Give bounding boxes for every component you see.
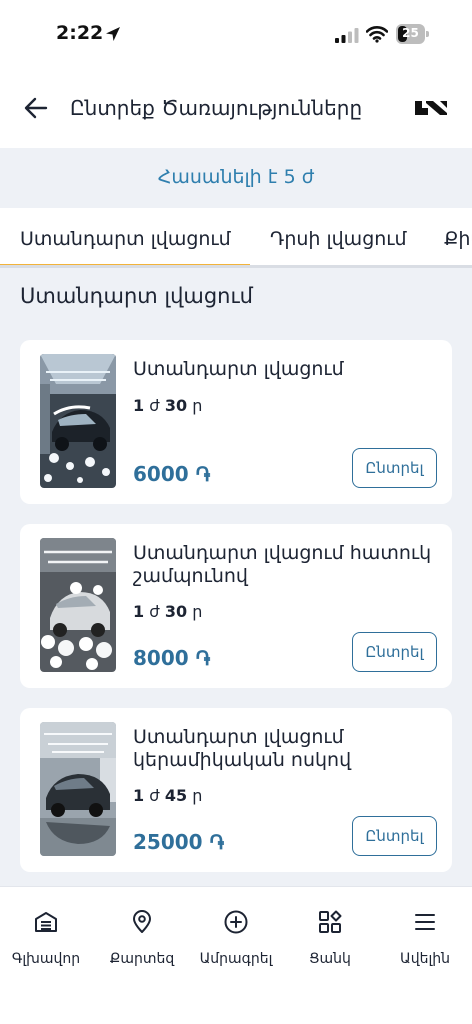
service-price: 25000 ֏	[133, 830, 225, 854]
service-price: 6000 ֏	[133, 462, 211, 486]
nav-item-list[interactable]: Ցանկ	[283, 909, 377, 967]
nav-label: Գլխավոր	[11, 951, 81, 967]
page-title: Ընտրեք Ծառայությունները	[70, 96, 363, 120]
garage-icon	[35, 912, 57, 932]
nav-label: Ամրագրել	[199, 951, 273, 967]
nav-label: Ավելին	[399, 951, 451, 967]
brand-logo-icon	[415, 101, 447, 115]
service-name: Ստանդարտ լվացում	[133, 358, 344, 380]
plus-circle-icon	[224, 910, 248, 934]
status-bar: 2:22 25	[0, 0, 472, 70]
map-pin-icon	[133, 910, 151, 933]
select-service-button[interactable]: Ընտրել	[352, 448, 437, 488]
select-service-button[interactable]: Ընտրել	[352, 816, 437, 856]
service-image	[40, 354, 116, 488]
category-grid-icon	[319, 910, 342, 933]
service-card: Ստանդարտ լվացում հատուկ շամպունով 1 ժ 30…	[20, 524, 452, 688]
service-image	[40, 722, 116, 856]
service-price: 8000 ֏	[133, 646, 211, 670]
service-duration: 1 ժ 45 ր	[133, 786, 203, 805]
availability-text: Հասանելի է 5 ժ	[157, 166, 315, 188]
tab-exterior-wash[interactable]: Դրսի լվացում	[270, 228, 407, 250]
location-arrow-icon	[106, 27, 120, 41]
tab-standard-wash[interactable]: Ստանդարտ լվացում	[20, 228, 231, 250]
back-arrow-icon[interactable]	[22, 94, 50, 122]
active-tab-indicator	[0, 264, 250, 265]
service-name: Ստանդարտ լվացում հատուկ շամպունով	[133, 542, 432, 587]
cellular-signal-icon	[335, 28, 359, 43]
service-name: Ստանդարտ լվացում կերամիկական ոսկով	[133, 726, 352, 771]
nav-label: Քարտեզ	[109, 951, 175, 967]
battery-icon: 25	[396, 24, 429, 44]
service-card: Ստանդարտ լվացում 1 ժ 30 ր 6000 ֏ Ընտրել	[20, 340, 452, 504]
nav-item-book[interactable]: Ամրագրել	[189, 909, 283, 967]
nav-label: Ցանկ	[309, 951, 351, 967]
tab-chemical[interactable]: Քիմ	[444, 228, 472, 250]
bottom-nav: Գլխավոր Քարտեզ Ամրագրել Ցանկ Ավելին	[0, 886, 472, 1024]
select-service-button[interactable]: Ընտրել	[352, 632, 437, 672]
service-duration: 1 ժ 30 ր	[133, 396, 203, 415]
service-duration: 1 ժ 30 ր	[133, 602, 203, 621]
menu-icon	[415, 914, 435, 930]
nav-item-more[interactable]: Ավելին	[378, 909, 472, 967]
status-time: 2:22	[56, 22, 104, 44]
nav-item-map[interactable]: Քարտեզ	[95, 909, 189, 967]
service-card: Ստանդարտ լվացում կերամիկական ոսկով 1 ժ 4…	[20, 708, 452, 872]
service-image	[40, 538, 116, 672]
battery-percent: 25	[402, 26, 419, 40]
wifi-icon	[366, 26, 388, 43]
nav-item-home[interactable]: Գլխավոր	[0, 909, 93, 967]
section-title: Ստանդարտ լվացում	[20, 284, 253, 308]
page-header: Ընտրեք Ծառայությունները	[0, 70, 472, 148]
category-tabs: Ստանդարտ լվացում Դրսի լվացում Քիմ	[0, 208, 472, 268]
